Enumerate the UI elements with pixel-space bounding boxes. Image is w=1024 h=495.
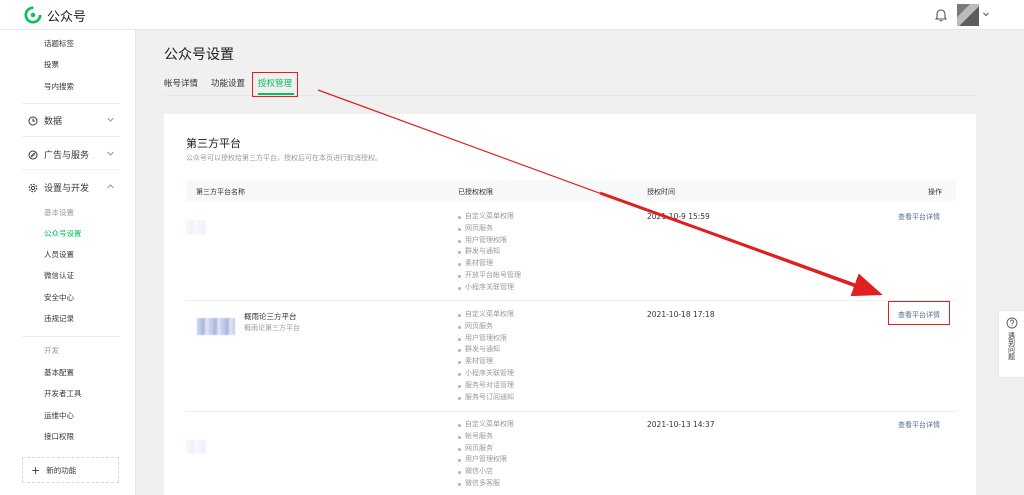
list-item: 微信多客服 bbox=[458, 478, 514, 490]
auth-time: 2021-10-18 17:18 bbox=[647, 310, 715, 319]
card-description: 公众号可以授权给第三方平台，授权后可在本页进行取消授权。 bbox=[186, 154, 382, 162]
list-item: 群发与通知 bbox=[458, 344, 514, 356]
tab-function-settings[interactable]: 功能设置 bbox=[211, 77, 245, 89]
list-item: 网页服务 bbox=[458, 223, 521, 235]
platform-subname: 概雨论第三方平台 bbox=[244, 324, 300, 332]
sidebar-item-vote[interactable]: 投票 bbox=[44, 59, 59, 70]
gear-icon bbox=[28, 183, 38, 192]
sidebar-item-search[interactable]: 号内搜索 bbox=[44, 81, 74, 92]
list-item: 服务号订阅通知 bbox=[458, 392, 514, 404]
sidebar-item-violations[interactable]: 违规记录 bbox=[44, 313, 74, 324]
third-party-card bbox=[164, 114, 976, 495]
chevron-down-icon[interactable] bbox=[106, 115, 115, 124]
list-item: 小程序关联管理 bbox=[458, 282, 521, 294]
row-divider bbox=[186, 300, 956, 301]
chevron-down-icon[interactable] bbox=[106, 149, 115, 158]
sidebar-divider bbox=[22, 336, 120, 337]
list-item: 开放平台帐号管理 bbox=[458, 270, 521, 282]
auth-time: 2021-10-9 15:59 bbox=[647, 212, 710, 221]
new-function-button[interactable]: + 新的功能 bbox=[22, 457, 119, 483]
tab-account-details[interactable]: 帐号详情 bbox=[164, 77, 198, 89]
top-bar: 公众号 bbox=[0, 0, 1024, 30]
list-item: 网页服务 bbox=[458, 321, 514, 333]
sidebar-divider bbox=[22, 103, 120, 104]
sidebar-item-verify[interactable]: 微信认证 bbox=[44, 270, 74, 281]
permission-list: 自定义菜单权限 网页服务 用户管理权限 群发与通知 素材管理 小程序关联管理 服… bbox=[458, 309, 514, 403]
column-header-name: 第三方平台名称 bbox=[196, 188, 245, 196]
annotation-box-tab bbox=[252, 72, 298, 97]
help-float-button[interactable]: 遇到问题 bbox=[998, 310, 1024, 378]
clock-icon bbox=[28, 116, 38, 125]
sidebar-divider bbox=[22, 136, 120, 137]
column-header-time: 授权时间 bbox=[647, 188, 675, 196]
compass-icon bbox=[28, 150, 38, 159]
list-item: 自定义菜单权限 bbox=[458, 309, 514, 321]
sidebar-group-ads[interactable]: 广告与服务 bbox=[28, 148, 89, 161]
list-item: 自定义菜单权限 bbox=[458, 419, 514, 431]
auth-time: 2021-10-13 14:37 bbox=[647, 420, 715, 429]
platform-logo-blurred bbox=[186, 440, 206, 454]
list-item: 用户管理权限 bbox=[458, 454, 514, 466]
platform-logo-blurred bbox=[186, 220, 206, 234]
app-logo[interactable]: 公众号 bbox=[24, 6, 87, 25]
list-item: 用户管理权限 bbox=[458, 235, 521, 247]
sidebar-item-basic-config[interactable]: 基本配置 bbox=[44, 367, 74, 378]
card-title: 第三方平台 bbox=[186, 137, 241, 150]
chevron-up-icon[interactable] bbox=[106, 182, 115, 191]
view-platform-details-link[interactable]: 查看平台详情 bbox=[898, 212, 940, 222]
sidebar-item-staff[interactable]: 人员设置 bbox=[44, 249, 74, 260]
page-title: 公众号设置 bbox=[164, 47, 234, 63]
list-item: 帐号服务 bbox=[458, 431, 514, 443]
wechat-oa-logo-icon bbox=[24, 6, 42, 24]
chevron-down-icon[interactable] bbox=[982, 10, 990, 18]
question-icon bbox=[1006, 317, 1017, 329]
help-label: 遇到问题 bbox=[1007, 332, 1016, 360]
bell-icon[interactable] bbox=[933, 7, 949, 23]
sidebar: 话题标签 投票 号内搜索 数据 广告与服务 设置与开发 基本设置 公众号设置 人… bbox=[0, 30, 136, 495]
annotation-box-action bbox=[888, 301, 950, 325]
permission-list: 自定义菜单权限 帐号服务 网页服务 用户管理权限 微信小店 微信多客服 bbox=[458, 419, 514, 490]
sidebar-item-api-perms[interactable]: 接口权限 bbox=[44, 431, 74, 442]
plus-icon: + bbox=[31, 463, 41, 477]
column-header-permissions: 已授权权限 bbox=[458, 188, 493, 196]
sidebar-item-topic-tags[interactable]: 话题标签 bbox=[44, 38, 74, 49]
list-item: 素材管理 bbox=[458, 258, 521, 270]
table-header bbox=[186, 180, 956, 201]
list-item: 微信小店 bbox=[458, 466, 514, 478]
list-item: 素材管理 bbox=[458, 356, 514, 368]
sidebar-divider bbox=[22, 169, 120, 170]
list-item: 自定义菜单权限 bbox=[458, 211, 521, 223]
permission-list: 自定义菜单权限 网页服务 用户管理权限 群发与通知 素材管理 开放平台帐号管理 … bbox=[458, 211, 521, 294]
sidebar-section-dev: 开发 bbox=[44, 346, 59, 355]
sidebar-item-security[interactable]: 安全中心 bbox=[44, 292, 74, 303]
sidebar-item-ops[interactable]: 运维中心 bbox=[44, 410, 74, 421]
column-header-action: 操作 bbox=[928, 188, 942, 196]
sidebar-group-data[interactable]: 数据 bbox=[28, 114, 62, 127]
list-item: 小程序关联管理 bbox=[458, 368, 514, 380]
sidebar-group-settings[interactable]: 设置与开发 bbox=[28, 181, 89, 194]
list-item: 群发与通知 bbox=[458, 246, 521, 258]
sidebar-item-oa-settings[interactable]: 公众号设置 bbox=[44, 228, 82, 239]
sidebar-item-dev-tools[interactable]: 开发者工具 bbox=[44, 388, 82, 399]
app-name: 公众号 bbox=[47, 9, 87, 25]
row-divider bbox=[186, 411, 956, 412]
list-item: 服务号对话管理 bbox=[458, 380, 514, 392]
view-platform-details-link[interactable]: 查看平台详情 bbox=[898, 420, 940, 430]
sidebar-item-basic-settings[interactable]: 基本设置 bbox=[44, 207, 74, 218]
platform-name: 概雨论三方平台 bbox=[244, 312, 297, 321]
platform-logo-blurred bbox=[197, 318, 235, 335]
avatar[interactable] bbox=[957, 4, 979, 26]
list-item: 网页服务 bbox=[458, 443, 514, 455]
list-item: 用户管理权限 bbox=[458, 333, 514, 345]
